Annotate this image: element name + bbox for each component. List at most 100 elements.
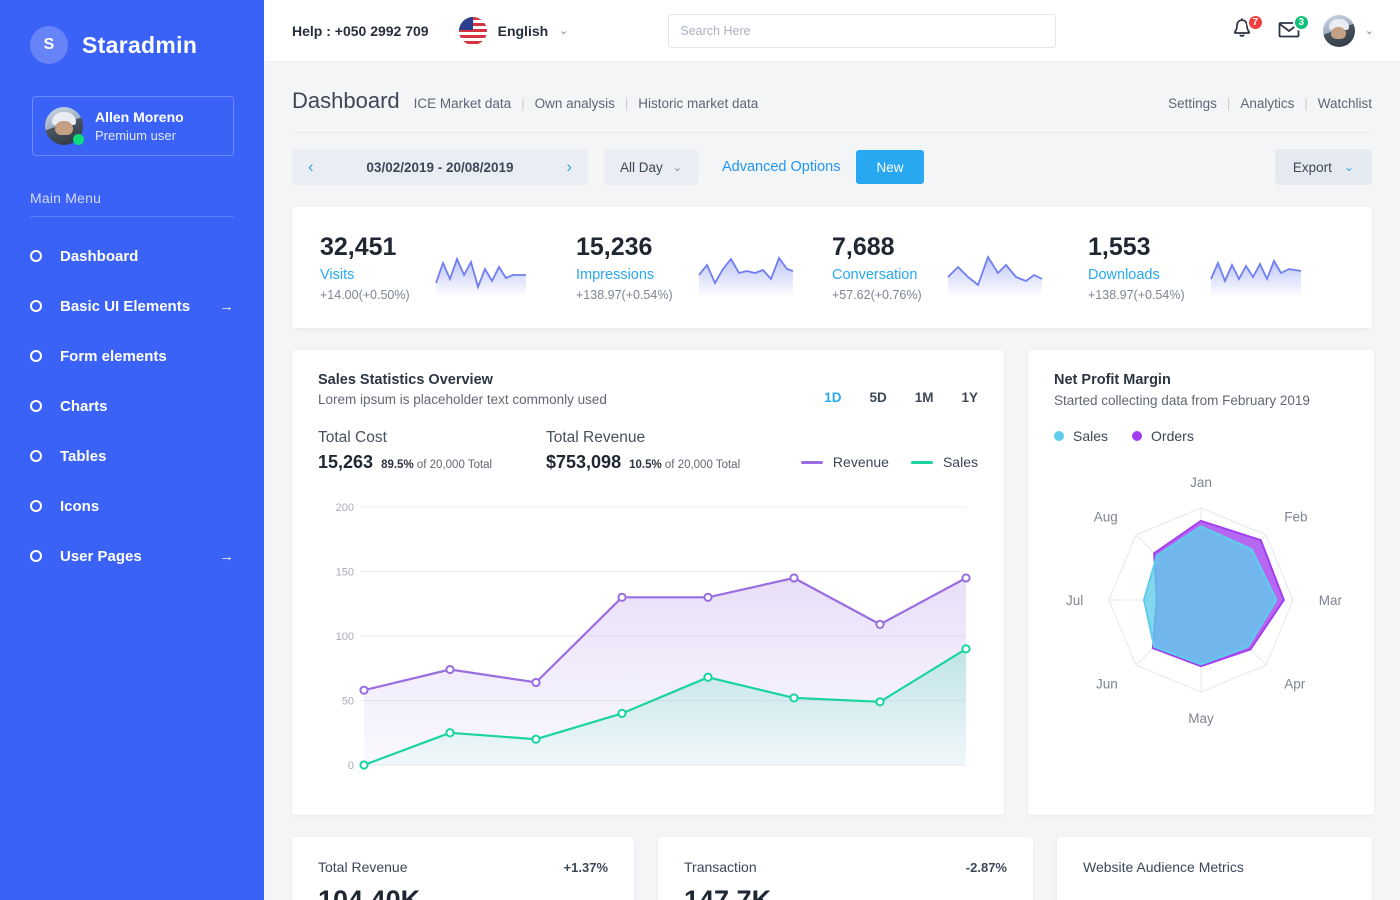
net-profit-margin-card: Net Profit Margin Started collecting dat… [1028, 350, 1374, 815]
tab-1y[interactable]: 1Y [961, 390, 978, 405]
sidebar-item-user-pages[interactable]: User Pages → [0, 531, 264, 581]
sidebar-item-basic-ui-elements[interactable]: Basic UI Elements → [0, 281, 264, 331]
sparkline-chart [946, 249, 1046, 302]
sidebar-item-label: Icons [60, 497, 100, 515]
message-badge: 3 [1292, 13, 1310, 31]
arrow-right-icon: → [219, 297, 234, 315]
legend-label: Sales [942, 454, 978, 470]
avatar [1322, 14, 1355, 47]
language-selector[interactable]: English ⌄ [458, 16, 569, 45]
arrow-right-icon: → [219, 547, 234, 565]
notifications-button[interactable]: 7 [1231, 13, 1264, 45]
sidebar-item-form-elements[interactable]: Form elements [0, 331, 264, 381]
total-cost-value: 15,263 [318, 452, 374, 472]
radar-chart: Jan Feb Mar Apr May Jun Jul Aug [1054, 458, 1348, 753]
link-settings[interactable]: Settings [1168, 96, 1217, 111]
breadcrumb-item-own-analysis[interactable]: Own analysis [535, 96, 615, 111]
sidebar-item-label: Charts [60, 397, 108, 415]
sidebar-item-tables[interactable]: Tables [0, 431, 264, 481]
breadcrumb-item-ice-market-data[interactable]: ICE Market data [414, 96, 512, 111]
breadcrumb-divider: | [521, 96, 525, 111]
all-day-label: All Day [620, 159, 663, 175]
total-revenue-rest: of 20,000 Total [664, 459, 741, 471]
tab-1d[interactable]: 1D [824, 390, 841, 405]
svg-text:Jan: Jan [1190, 475, 1212, 490]
change-pct: -2.87% [965, 860, 1007, 875]
sparkline-chart [1209, 249, 1309, 302]
chevron-left-icon[interactable]: ‹ [308, 157, 314, 177]
total-revenue-card: Total Revenue +1.37% 104.40K [292, 837, 634, 900]
sidebar-item-dashboard[interactable]: Dashboard [0, 231, 264, 281]
search-box[interactable] [668, 13, 1057, 48]
tab-5d[interactable]: 5D [869, 390, 886, 405]
sidebar: S Staradmin Allen Moreno Premium user Ma… [0, 0, 264, 900]
stat-value: 32,451 [320, 233, 397, 261]
topbar: Help : +050 2992 709 English ⌄ 7 [264, 0, 1400, 62]
link-analytics[interactable]: Analytics [1240, 96, 1294, 111]
new-button[interactable]: New [856, 150, 924, 184]
profile-name: Allen Moreno [95, 108, 184, 125]
export-button[interactable]: Export ⌄ [1274, 149, 1372, 185]
stat-label: Downloads [1088, 266, 1160, 283]
circle-icon [30, 350, 42, 362]
profile-menu-button[interactable]: ⌄ [1322, 14, 1374, 47]
brand[interactable]: S Staradmin [0, 0, 264, 72]
legend-label: Sales [1073, 428, 1109, 444]
totals-row: Total Cost 15,263 89.5% of 20,000 Total … [318, 429, 978, 473]
svg-text:200: 200 [336, 502, 354, 514]
stat-label: Visits [320, 266, 355, 283]
chart-legend: Revenue Sales [800, 454, 978, 473]
stat-conversation: 7,688 Conversation +57.62(+0.76%) [832, 233, 1088, 302]
card-value: 147.7K [684, 885, 772, 900]
sales-statistics-card: Sales Statistics Overview Lorem ipsum is… [292, 350, 1004, 815]
sidebar-item-icons[interactable]: Icons [0, 481, 264, 531]
svg-text:May: May [1188, 711, 1214, 726]
messages-button[interactable]: 3 [1277, 13, 1310, 45]
stat-value: 15,236 [576, 233, 653, 261]
card-title: Transaction [684, 859, 757, 875]
sidebar-item-label: Basic UI Elements [60, 297, 191, 315]
stat-delta: +138.97(+0.54%) [576, 287, 673, 302]
stat-visits: 32,451 Visits +14.00(+0.50%) [320, 233, 576, 302]
stat-delta: +138.97(+0.54%) [1088, 287, 1185, 302]
filter-toolbar: ‹ 03/02/2019 - 20/08/2019 › All Day ⌄ Ad… [264, 133, 1400, 185]
sidebar-profile-card[interactable]: Allen Moreno Premium user [32, 96, 234, 156]
profile-role: Premium user [95, 127, 176, 143]
advanced-options-link[interactable]: Advanced Options [722, 159, 841, 175]
card-subtitle: Lorem ipsum is placeholder text commonly… [318, 392, 607, 407]
chevron-down-icon: ⌄ [1364, 25, 1374, 37]
transaction-card: Transaction -2.87% 147.7K [658, 837, 1033, 900]
breadcrumb-item-historic-market-data[interactable]: Historic market data [638, 96, 758, 111]
total-revenue-note: 10.5% of 20,000 Total [629, 459, 740, 471]
page-title: Dashboard [292, 88, 400, 113]
card-subtitle: Started collecting data from February 20… [1054, 393, 1310, 408]
total-revenue-block: Total Revenue $753,098 10.5% of 20,000 T… [546, 429, 774, 473]
legend-item-sales: Sales [1054, 428, 1108, 444]
stat-label: Impressions [576, 266, 655, 283]
date-range-picker[interactable]: ‹ 03/02/2019 - 20/08/2019 › [292, 149, 588, 185]
legend-item-sales: Sales [910, 454, 978, 470]
search-input[interactable] [680, 23, 1045, 38]
website-audience-metrics-card: Website Audience Metrics [1057, 837, 1372, 900]
tab-1m[interactable]: 1M [915, 390, 934, 405]
chevron-right-icon[interactable]: › [566, 157, 572, 177]
total-cost-pct: 89.5% [381, 459, 414, 471]
sidebar-item-charts[interactable]: Charts [0, 381, 264, 431]
chevron-down-icon: ⌄ [559, 25, 569, 37]
legend-swatch [1054, 431, 1064, 441]
breadcrumb: ICE Market data | Own analysis | Histori… [414, 96, 759, 111]
card-title: Sales Statistics Overview [318, 372, 493, 388]
link-divider: | [1226, 96, 1231, 111]
svg-text:0: 0 [348, 760, 354, 772]
sidebar-item-label: Dashboard [60, 247, 139, 265]
link-watchlist[interactable]: Watchlist [1318, 96, 1372, 111]
svg-text:Apr: Apr [1284, 676, 1306, 691]
online-status-dot [73, 134, 84, 145]
legend-label: Orders [1151, 428, 1194, 444]
all-day-select[interactable]: All Day ⌄ [604, 149, 698, 185]
avatar [45, 107, 84, 145]
legend-swatch [910, 460, 933, 464]
legend-swatch [800, 460, 823, 464]
circle-icon [30, 400, 42, 412]
topbar-actions: 7 3 ⌄ [1231, 13, 1374, 47]
